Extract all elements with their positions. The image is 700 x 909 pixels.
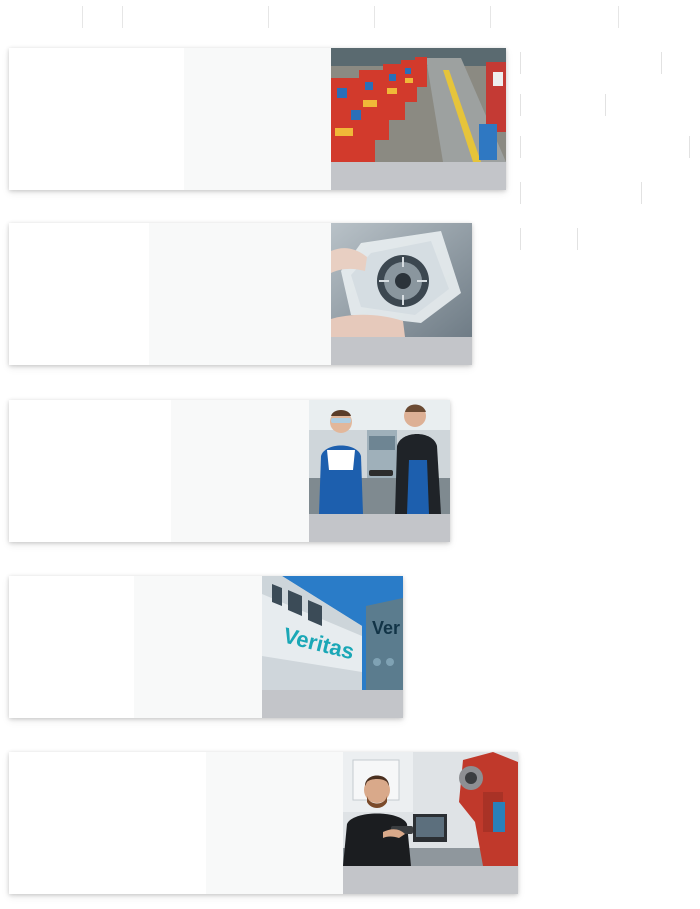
image-caption-bar xyxy=(343,866,518,894)
side-link-3[interactable] xyxy=(520,136,690,158)
nav-tab-3[interactable] xyxy=(122,6,269,28)
gear-in-foil-photo xyxy=(331,223,472,337)
image-caption-bar xyxy=(309,514,450,542)
nav-tab-1[interactable] xyxy=(0,6,83,28)
veritas-building-photo: Veritas Ver xyxy=(262,576,403,690)
nav-tab-2[interactable] xyxy=(82,6,123,28)
image-caption-bar xyxy=(262,690,403,718)
image-caption-bar xyxy=(331,162,506,190)
card-text-panel xyxy=(171,400,309,542)
building-sign-fragment: Ver xyxy=(372,618,400,638)
card-precision-part[interactable] xyxy=(9,223,472,365)
card-text-panel xyxy=(184,48,331,190)
top-navigation xyxy=(0,0,700,30)
card-company-building[interactable]: Veritas Ver xyxy=(9,576,403,718)
nav-tab-6[interactable] xyxy=(490,6,619,28)
two-technicians-photo xyxy=(309,400,450,514)
man-with-robot-arm-photo xyxy=(343,752,518,866)
nav-tab-5[interactable] xyxy=(374,6,491,28)
card-text-panel xyxy=(134,576,262,718)
card-warehouse[interactable] xyxy=(9,48,506,190)
card-text-panel xyxy=(206,752,343,894)
side-link-4[interactable] xyxy=(520,182,642,204)
card-text-panel xyxy=(149,223,331,365)
image-caption-bar xyxy=(331,337,472,365)
card-technicians[interactable] xyxy=(9,400,450,542)
side-link-5[interactable] xyxy=(520,228,578,250)
side-link-2[interactable] xyxy=(520,94,606,116)
card-robotics[interactable] xyxy=(9,752,518,894)
nav-tab-4[interactable] xyxy=(268,6,375,28)
side-link-1[interactable] xyxy=(520,52,662,74)
warehouse-racks-photo xyxy=(331,48,506,162)
